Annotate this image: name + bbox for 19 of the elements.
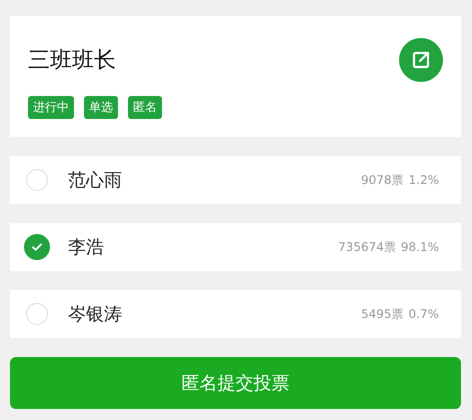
candidate-name: 岑银涛	[68, 303, 123, 326]
option-row[interactable]: 李浩 735674票 98.1%	[10, 223, 461, 271]
vote-count: 9078票	[360, 172, 404, 188]
vote-percent: 0.7%	[408, 307, 439, 321]
vote-count: 735674票	[338, 238, 396, 256]
share-button[interactable]	[399, 38, 443, 82]
vote-count: 5495票	[360, 306, 404, 322]
vote-percent: 1.2%	[408, 173, 439, 187]
status-tag: 单选	[84, 96, 118, 119]
status-tag: 匿名	[128, 96, 162, 119]
status-tag: 进行中	[28, 96, 74, 119]
option-row[interactable]: 岑银涛 5495票 0.7%	[10, 290, 461, 338]
poll-title: 三班班长	[28, 47, 116, 75]
candidate-name: 李浩	[68, 236, 105, 259]
radio-button[interactable]	[24, 234, 50, 260]
vote-percent: 98.1%	[400, 240, 439, 254]
share-icon	[411, 50, 431, 70]
candidate-name: 范心雨	[68, 169, 123, 192]
option-row[interactable]: 范心雨 9078票 1.2%	[10, 156, 461, 204]
